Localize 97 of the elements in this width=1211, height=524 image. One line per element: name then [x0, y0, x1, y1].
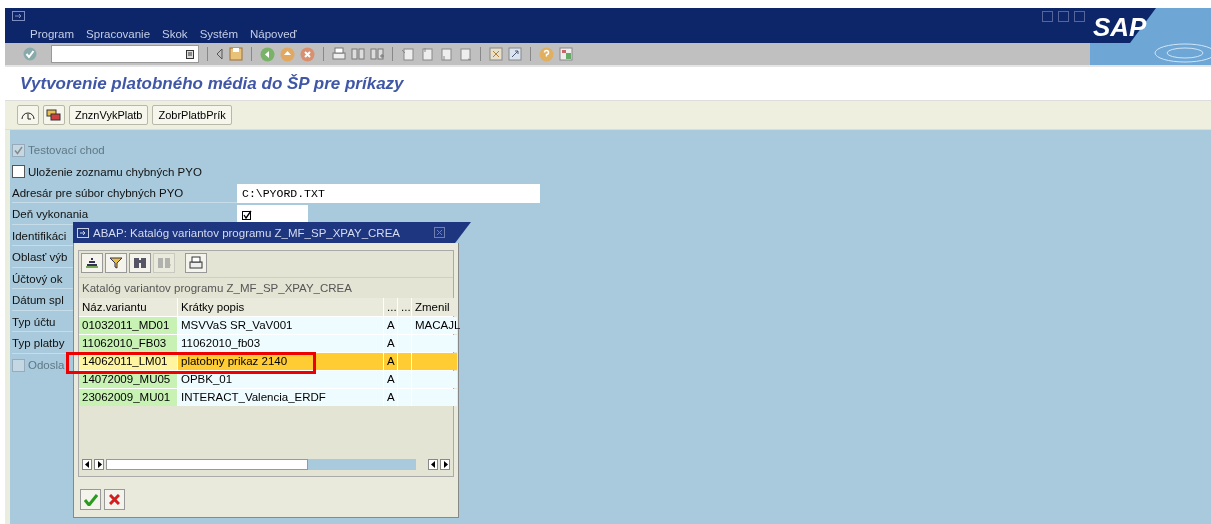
table-cell: platobny prikaz 2140: [178, 353, 383, 370]
table-cell: [412, 389, 457, 406]
left-triangle-icon: [84, 460, 90, 468]
execute-button[interactable]: [17, 105, 39, 125]
find-next-icon[interactable]: [370, 47, 384, 61]
filter-button[interactable]: [105, 253, 127, 273]
stacked-squares-icon: [46, 109, 62, 121]
table-cell: [398, 389, 411, 406]
check-icon: [242, 209, 252, 220]
scroll-left-button[interactable]: [428, 458, 438, 470]
left-triangle-icon: [430, 460, 436, 468]
menu-item[interactable]: Skok: [162, 28, 188, 40]
find-next-icon: [156, 255, 172, 271]
window-icon[interactable]: [12, 11, 25, 21]
field-label: Deň vykonania: [12, 208, 89, 221]
print-icon[interactable]: [332, 47, 346, 61]
checkbox[interactable]: [12, 165, 25, 179]
checkbox-label: Testovací chod: [28, 144, 105, 157]
right-triangle-icon: [96, 460, 102, 468]
sort-ascending-icon: [84, 255, 100, 271]
minimize-button[interactable]: [1042, 11, 1053, 22]
right-triangle-icon: [442, 460, 448, 468]
list-icon: [186, 49, 194, 59]
cancel-icon[interactable]: [300, 46, 315, 62]
close-icon[interactable]: [434, 227, 445, 238]
column-header[interactable]: Náz.variantu: [79, 298, 177, 316]
checkbox-label: Odosla: [28, 359, 65, 372]
table-cell: 11062010_fb03: [178, 335, 383, 352]
table-cell: [398, 317, 411, 334]
variant-name-cell[interactable]: 23062009_MU01: [79, 389, 177, 406]
logo: SAP: [1093, 12, 1147, 42]
cross-icon: [109, 494, 120, 505]
screen-title: Vytvorenie platobného média do ŠP pre príkazy: [20, 73, 404, 94]
check-icon: [83, 493, 98, 506]
help-icon[interactable]: [539, 46, 554, 62]
find-icon[interactable]: [351, 47, 365, 61]
field-label: Typ účtu: [12, 315, 56, 328]
column-header[interactable]: ...: [384, 298, 397, 316]
filter-icon: [108, 255, 124, 271]
confirm-button[interactable]: [80, 489, 101, 510]
menu-item[interactable]: Program: [30, 28, 75, 40]
dialog-title: ABAP: Katalóg variantov programu Z_MF_SP_XPAY_CREA: [93, 226, 402, 239]
scroll-right-button[interactable]: [94, 458, 104, 470]
command-field[interactable]: [51, 45, 199, 63]
exit-icon[interactable]: [280, 46, 295, 62]
layout-icon[interactable]: [559, 47, 573, 61]
cancel-button[interactable]: [104, 489, 125, 510]
field-label: Typ platby: [12, 337, 65, 350]
table-cell: A: [384, 335, 397, 352]
variant-name-cell[interactable]: 01032011_MD01: [79, 317, 177, 334]
table-cell: [412, 353, 457, 370]
find-button[interactable]: [129, 253, 151, 273]
table-cell: A: [384, 317, 397, 334]
input-field[interactable]: C:\PYORD.TXT: [237, 183, 540, 203]
field-label: Dátum spl: [12, 294, 64, 307]
close-button[interactable]: [1074, 11, 1085, 22]
print-icon: [188, 255, 204, 271]
table-cell: A: [384, 353, 397, 370]
clock-icon: [20, 109, 36, 121]
save-icon[interactable]: [229, 47, 243, 61]
table-cell: [412, 371, 457, 388]
toolbar-button[interactable]: ZnznVykPlatb: [69, 105, 149, 125]
table-cell: INTERACT_Valencia_ERDF: [178, 389, 383, 406]
table-cell: [412, 335, 457, 352]
field-label: Oblasť výb: [12, 251, 68, 264]
toolbar-button[interactable]: ZobrPlatbPrík: [152, 105, 232, 125]
find-icon: [132, 255, 148, 271]
variant-name-cell[interactable]: 11062010_FB03: [79, 335, 177, 352]
table-cell: [398, 371, 411, 388]
field-label: Identifikáci: [12, 229, 67, 242]
scroll-right-button[interactable]: [440, 458, 450, 470]
sort-ascending-button[interactable]: [81, 253, 103, 273]
menu-item[interactable]: Spracovanie: [86, 28, 151, 40]
checkbox[interactable]: [242, 209, 252, 220]
menu-item[interactable]: Nápoveď: [249, 28, 297, 40]
table-cell: [398, 353, 411, 370]
checkbox-label: Uloženie zoznamu chybných PYO: [28, 165, 202, 178]
field-label: Účtový ok: [12, 272, 63, 285]
field-label: Adresár pre súbor chybných PYO: [12, 186, 184, 199]
check-icon: [23, 47, 37, 61]
window-icon[interactable]: [77, 227, 89, 238]
maximize-button[interactable]: [1058, 11, 1069, 22]
column-header[interactable]: ...: [398, 298, 411, 316]
back-arrow-icon[interactable]: [216, 47, 224, 61]
scroll-left-button[interactable]: [82, 458, 92, 470]
scrollbar-track[interactable]: [106, 458, 416, 470]
column-header[interactable]: Krátky popis: [178, 298, 383, 316]
back-icon[interactable]: [260, 46, 275, 62]
menu-item[interactable]: Systém: [199, 28, 238, 40]
table-cell: A: [384, 371, 397, 388]
variants-button[interactable]: [43, 105, 65, 125]
table-cell: MSVVaS SR_VaV001: [178, 317, 383, 334]
print-button[interactable]: [185, 253, 207, 273]
table-cell: [398, 335, 411, 352]
table-cell: A: [384, 389, 397, 406]
column-header[interactable]: Zmenil: [412, 298, 457, 316]
scrollbar-thumb[interactable]: [106, 458, 308, 470]
